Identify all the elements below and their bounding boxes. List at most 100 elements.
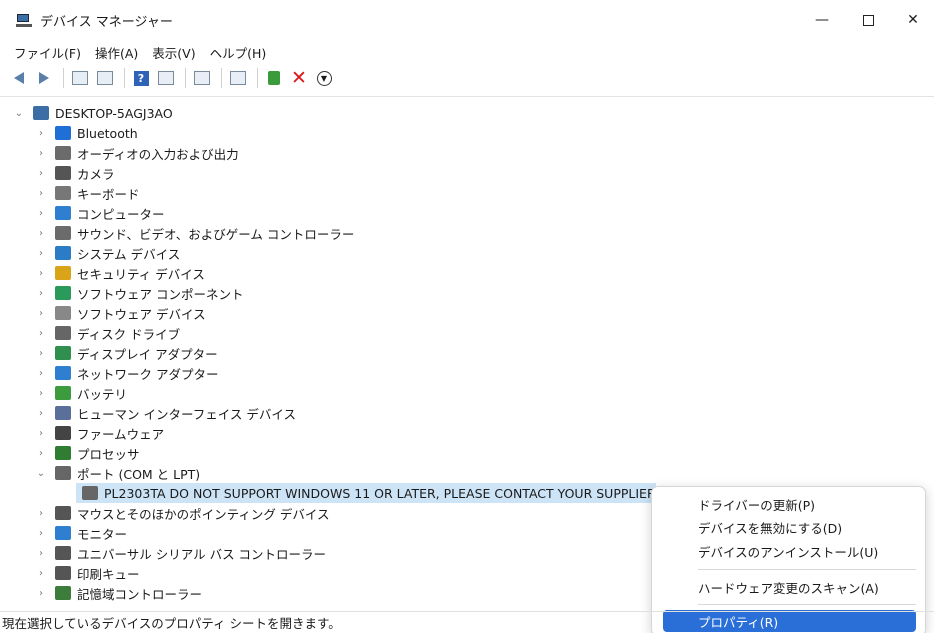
tree-category-row[interactable]: › ソフトウェア デバイス [36,303,206,323]
context-separator [698,604,916,605]
menu-help[interactable]: ヘルプ(H) [210,43,267,62]
tree-category-row[interactable]: › プロセッサ [36,443,140,463]
tree-category-row[interactable]: › サウンド、ビデオ、およびゲーム コントローラー [36,223,354,243]
context-disable-device[interactable]: デバイスを無効にする(D) [698,516,842,538]
tree-category-row[interactable]: ⌄ ポート (COM と LPT) [36,463,200,483]
firmware-icon [55,426,71,440]
collapse-chevron-icon[interactable]: › [36,348,46,359]
tree-category-label: システム デバイス [77,246,181,262]
minimize-icon: — [815,12,829,28]
tree-category-label: ポート (COM と LPT) [77,466,201,482]
tree-category-label: セキュリティ デバイス [77,266,205,282]
menu-file[interactable]: ファイル(F) [14,43,81,62]
tree-category-row[interactable]: › キーボード [36,183,140,203]
minimize-button[interactable]: — [799,0,845,40]
collapse-chevron-icon[interactable]: › [36,228,46,239]
tree-category-row[interactable]: › システム デバイス [36,243,180,263]
tree-category-row[interactable]: › カメラ [36,163,115,183]
tree-category-row[interactable]: › ヒューマン インターフェイス デバイス [36,403,296,423]
collapse-chevron-icon[interactable]: › [36,528,46,539]
tree-category-label: ディスプレイ アダプター [77,346,218,362]
tree-category-row[interactable]: › ディスプレイ アダプター [36,343,218,363]
collapse-chevron-icon[interactable]: › [36,128,46,139]
update-driver-button[interactable] [263,67,285,89]
collapse-chevron-icon[interactable]: › [36,588,46,599]
tree-category-label: オーディオの入力および出力 [77,146,239,162]
collapse-chevron-icon[interactable]: › [36,508,46,519]
security-key-icon [55,266,71,280]
tree-category-row[interactable]: › ディスク ドライブ [36,323,180,343]
collapse-chevron-icon[interactable]: › [36,208,46,219]
collapse-chevron-icon[interactable]: › [36,248,46,259]
computer-icon [33,106,49,120]
maximize-button[interactable] [845,0,891,40]
tree-category-row[interactable]: › バッテリ [36,383,127,403]
tree-category-row[interactable]: › コンピューター [36,203,165,223]
selected-device-row[interactable]: PL2303TA DO NOT SUPPORT WINDOWS 11 OR LA… [76,483,656,503]
action-pane-button[interactable] [155,67,177,89]
monitor-icon [230,71,246,85]
collapse-chevron-icon[interactable]: › [36,188,46,199]
collapse-chevron-icon[interactable]: › [36,308,46,319]
menu-view[interactable]: 表示(V) [152,43,195,62]
collapse-chevron-icon[interactable]: › [36,548,46,559]
tree-category-row[interactable]: › ソフトウェア コンポーネント [36,283,243,303]
properties-button[interactable] [94,67,116,89]
tree-category-label: カメラ [77,166,115,182]
tree-category-row[interactable]: › オーディオの入力および出力 [36,143,239,163]
tree-root-row[interactable]: ⌄ DESKTOP-5AGJ3AO [14,103,173,123]
speaker-icon [55,146,71,160]
tree-category-row[interactable]: › ファームウェア [36,423,164,443]
context-scan-hardware[interactable]: ハードウェア変更のスキャン(A) [698,576,879,598]
collapse-chevron-icon[interactable]: › [36,408,46,419]
system-folder-icon [55,246,71,260]
tree-category-row[interactable]: › ユニバーサル シリアル バス コントローラー [36,543,326,563]
collapse-chevron-icon[interactable]: › [36,148,46,159]
display-adapter-icon [55,346,71,360]
tree-category-row[interactable]: › 印刷キュー [36,563,140,583]
tree-category-label: マウスとそのほかのポインティング デバイス [77,506,330,522]
tree-category-row[interactable]: › モニター [36,523,127,543]
toolbar-separator [257,68,258,88]
title-bar: デバイス マネージャー — ✕ [0,0,934,40]
computer-button[interactable] [227,67,249,89]
expand-chevron-icon[interactable]: ⌄ [14,108,24,119]
tree-category-label: ユニバーサル シリアル バス コントローラー [77,546,327,562]
show-hide-tree-button[interactable] [69,67,91,89]
battery-icon [55,386,71,400]
collapse-chevron-icon[interactable]: › [36,268,46,279]
forward-button[interactable] [33,67,55,89]
tree-category-row[interactable]: › セキュリティ デバイス [36,263,205,283]
tree-root-label: DESKTOP-5AGJ3AO [55,105,173,121]
collapse-chevron-icon[interactable]: › [36,568,46,579]
camera-icon [55,166,71,180]
collapse-chevron-icon[interactable]: › [36,388,46,399]
status-text: 現在選択しているデバイスのプロパティ シートを開きます。 [2,616,341,631]
uninstall-x-icon: ✕ [291,66,307,89]
scan-hardware-icon [194,71,210,85]
computer-icon [55,206,71,220]
menu-action[interactable]: 操作(A) [95,43,138,62]
context-separator [698,569,916,570]
tree-category-row[interactable]: › ネットワーク アダプター [36,363,218,383]
expand-chevron-icon[interactable]: ⌄ [36,468,46,479]
monitor-icon [55,526,71,540]
close-button[interactable]: ✕ [890,0,934,40]
collapse-chevron-icon[interactable]: › [36,328,46,339]
collapse-chevron-icon[interactable]: › [36,428,46,439]
tree-category-row[interactable]: › Bluetooth [36,123,138,143]
download-button[interactable]: ▼ [313,67,335,89]
uninstall-button[interactable]: ✕ [288,67,310,89]
tree-category-row[interactable]: › 記憶域コントローラー [36,583,202,603]
collapse-chevron-icon[interactable]: › [36,288,46,299]
tree-category-row[interactable]: › マウスとそのほかのポインティング デバイス [36,503,329,523]
collapse-chevron-icon[interactable]: › [36,168,46,179]
collapse-chevron-icon[interactable]: › [36,368,46,379]
tree-category-label: ネットワーク アダプター [77,366,219,382]
back-button[interactable] [8,67,30,89]
collapse-chevron-icon[interactable]: › [36,448,46,459]
context-update-driver[interactable]: ドライバーの更新(P) [698,493,815,515]
help-button[interactable]: ? [130,67,152,89]
scan-hardware-button[interactable] [191,67,213,89]
context-uninstall-device[interactable]: デバイスのアンインストール(U) [698,540,878,562]
